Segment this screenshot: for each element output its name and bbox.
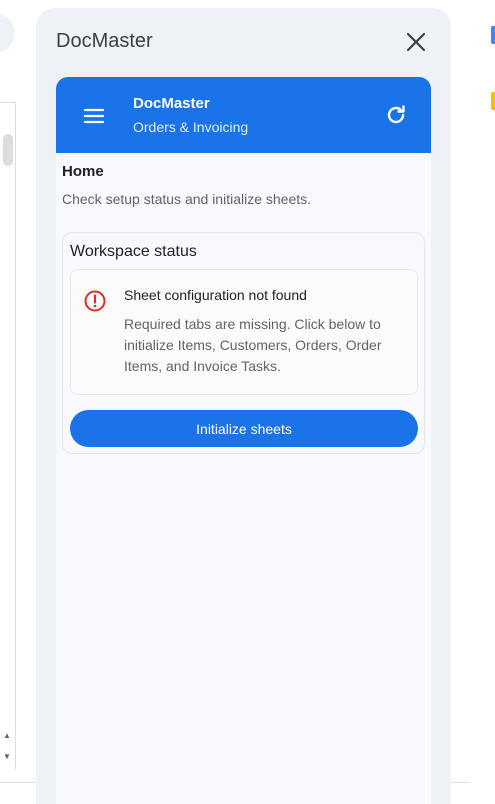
- spreadsheet-background-left: ▲ ▼: [0, 0, 36, 804]
- refresh-icon[interactable]: [384, 103, 408, 127]
- initialize-sheets-button[interactable]: Initialize sheets: [70, 410, 418, 447]
- app-subtitle: Orders & Invoicing: [133, 119, 249, 135]
- toolbar-pill: [0, 14, 14, 52]
- addon-side-panel: DocMaster DocMaster Orders & Invoicing H…: [36, 8, 451, 804]
- page-title: Home: [62, 163, 104, 180]
- scrollbar-thumb[interactable]: [3, 134, 13, 166]
- side-icon-yellow[interactable]: [491, 92, 495, 110]
- page-subtitle: Check setup status and initialize sheets…: [62, 191, 312, 207]
- scroll-down-arrow-icon[interactable]: ▼: [3, 752, 11, 761]
- error-alert: Sheet configuration not found Required t…: [70, 269, 418, 395]
- vertical-scrollbar[interactable]: [0, 103, 16, 769]
- addon-header: DocMaster Orders & Invoicing: [56, 77, 431, 153]
- close-icon[interactable]: [402, 28, 430, 56]
- alert-body: Required tabs are missing. Click below t…: [124, 316, 382, 374]
- side-icon-blue[interactable]: [491, 26, 495, 44]
- app-name: DocMaster: [133, 95, 210, 112]
- error-icon: [83, 289, 107, 313]
- spreadsheet-background-right: [449, 0, 495, 804]
- panel-title: DocMaster: [56, 30, 153, 52]
- addon-frame: DocMaster Orders & Invoicing Home Check …: [56, 77, 431, 804]
- workspace-status-card: Workspace status Sheet configuration not…: [62, 232, 425, 454]
- alert-title: Sheet configuration not found: [124, 287, 307, 303]
- scroll-up-arrow-icon[interactable]: ▲: [3, 731, 11, 740]
- card-title: Workspace status: [70, 243, 197, 260]
- hamburger-menu-icon[interactable]: [82, 104, 106, 128]
